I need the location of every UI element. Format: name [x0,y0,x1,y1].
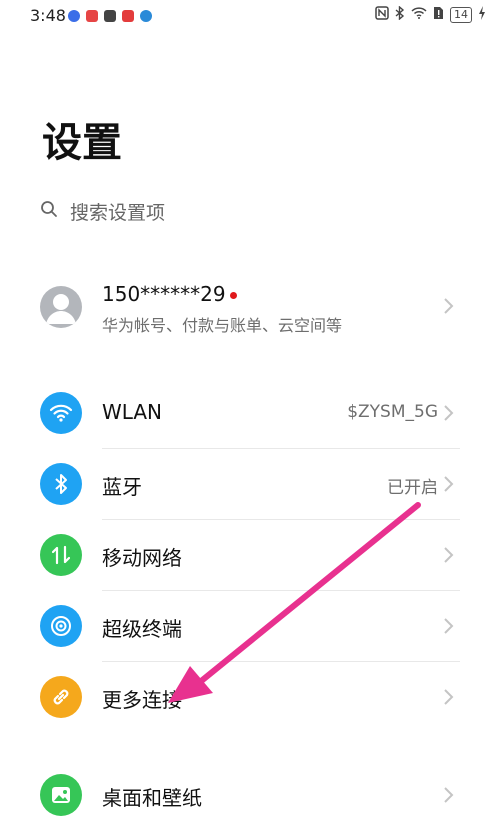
notification-dot [230,292,237,299]
wallpaper-icon [40,774,82,816]
notification-app-icon [68,10,80,22]
notification-app-icon [140,10,152,22]
setting-label: WLAN [102,400,163,424]
charging-icon [478,6,486,23]
chevron-right-icon [444,618,454,634]
status-bar: 3:48 14 [0,0,500,32]
setting-label: 桌面和壁纸 [102,786,202,810]
setting-item-mobile-network[interactable]: 移动网络 [40,520,460,591]
super-device-icon [40,605,82,647]
chevron-right-icon [444,405,454,421]
wifi-icon [40,392,82,434]
setting-value: 已开启 [387,478,438,498]
notification-app-icon [86,10,98,22]
battery-indicator: 14 [450,6,472,23]
setting-item-more-connections[interactable]: 更多连接 [40,662,460,733]
chevron-right-icon [444,547,454,563]
sim-alert-icon [433,6,444,23]
account-item[interactable]: 150******29 华为帐号、付款与账单、云空间等 [40,280,460,336]
setting-label: 移动网络 [102,546,182,570]
page-title: 设置 [42,120,122,166]
setting-label: 更多连接 [102,688,182,712]
setting-item-super-device[interactable]: 超级终端 [40,591,460,662]
wifi-status-icon [411,7,427,22]
account-subtitle: 华为帐号、付款与账单、云空间等 [102,316,343,335]
chevron-right-icon [444,298,454,314]
account-name: 150******29 [102,282,226,306]
search-icon [40,200,58,223]
mobile-data-icon [40,534,82,576]
setting-item-wlan[interactable]: WLAN $ZYSM_5G [40,378,460,449]
status-time: 3:48 [30,6,66,25]
setting-value: $ZYSM_5G [347,402,438,422]
link-icon [40,676,82,718]
chevron-right-icon [444,787,454,803]
bluetooth-icon [40,463,82,505]
status-indicators: 14 [375,5,486,23]
search-placeholder: 搜索设置项 [70,201,166,224]
mail-icon [104,10,116,22]
search-bar[interactable]: 搜索设置项 [40,196,165,226]
bluetooth-status-icon [395,5,405,23]
setting-label: 蓝牙 [102,475,142,499]
chevron-right-icon [444,689,454,705]
avatar [40,286,82,328]
chevron-right-icon [444,476,454,492]
setting-label: 超级终端 [102,617,182,641]
setting-item-desktop-wallpaper[interactable]: 桌面和壁纸 [40,760,460,831]
notification-app-icon [122,10,134,22]
nfc-icon [375,6,389,23]
setting-item-bluetooth[interactable]: 蓝牙 已开启 [40,449,460,520]
